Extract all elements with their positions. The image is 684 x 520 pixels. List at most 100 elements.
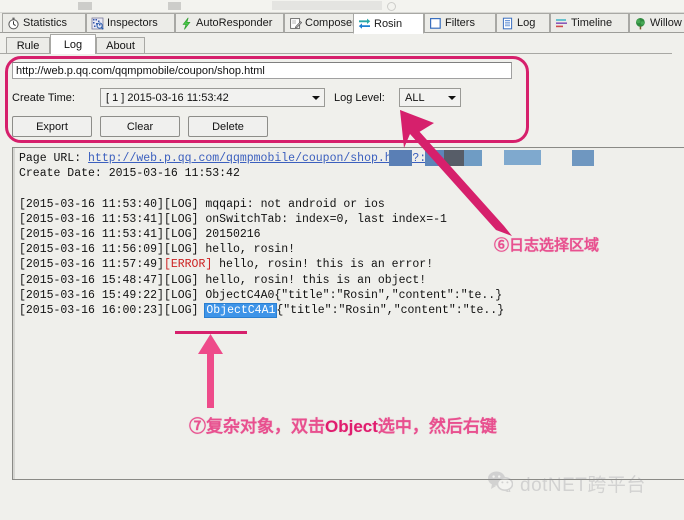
log-level-value: ALL — [405, 91, 425, 104]
annotation-note-7-bold: Object — [325, 417, 378, 436]
log-timestamp: [2015-03-16 11:53:41] — [19, 227, 164, 241]
log-entry-object: [2015-03-16 15:49:22][LOG] ObjectC4A0{"t… — [19, 288, 684, 303]
log-entry: [2015-03-16 11:53:41][LOG] onSwitchTab: … — [19, 212, 684, 227]
log-level: [LOG] — [163, 288, 199, 302]
log-level: [LOG] — [163, 212, 199, 226]
tree-icon — [634, 17, 647, 30]
log-level: [LOG] — [163, 197, 199, 211]
object-token[interactable]: ObjectC4A0 — [205, 289, 274, 302]
log-level: [LOG] — [163, 227, 199, 241]
log-timestamp: [2015-03-16 11:56:09] — [19, 243, 164, 257]
lightning-bolt-icon — [180, 17, 193, 30]
export-button[interactable]: Export — [12, 116, 92, 137]
tab-label: AutoResponder — [196, 17, 273, 29]
log-message: hello, rosin! this is an error! — [219, 258, 434, 272]
log-level: [LOG] — [163, 243, 199, 257]
log-level: [LOG] — [163, 273, 199, 287]
log-level-label: Log Level: — [334, 92, 385, 104]
toolbar-field-fragment — [272, 1, 382, 10]
annotation-note-7: ⑦复杂对象，双击Object选中，然后右键 — [189, 412, 497, 437]
button-label: Export — [36, 120, 68, 133]
wechat-icon — [487, 470, 514, 497]
log-entry-error: [2015-03-16 11:57:49][ERROR] hello, rosi… — [19, 257, 684, 272]
tab-filters[interactable]: Filters — [424, 13, 496, 33]
watermark: dotNET跨平台 — [487, 470, 646, 497]
rosin-subtabs: Rule Log About — [6, 34, 678, 54]
subtab-label: Log — [63, 38, 83, 51]
annotation-note-6: ⑥日志选择区域 — [494, 237, 600, 254]
tab-timeline[interactable]: Timeline — [550, 13, 629, 33]
chevron-down-icon[interactable] — [444, 90, 459, 105]
log-message: {"title":"Rosin","content":"te..} — [274, 288, 503, 302]
tab-label: Rosin — [374, 17, 403, 30]
tab-label: Willow — [650, 17, 682, 29]
create-date-value: 2015-03-16 11:53:42 — [108, 167, 240, 181]
chevron-down-icon[interactable] — [308, 90, 323, 105]
stopwatch-icon — [7, 17, 20, 30]
toolbar-icon-fragment — [387, 2, 396, 11]
object-token-selected[interactable]: ObjectC4A1 — [205, 303, 277, 317]
rosin-log-panel: Statistics Inspectors AutoResponder Comp… — [0, 0, 684, 520]
log-timestamp: [2015-03-16 11:53:40] — [19, 197, 164, 211]
watermark-text: dotNET跨平台 — [520, 475, 646, 496]
log-timestamp: [2015-03-16 16:00:23] — [19, 303, 164, 317]
log-entry: [2015-03-16 15:48:47][LOG] hello, rosin!… — [19, 273, 684, 288]
subtab-log[interactable]: Log — [50, 34, 96, 54]
clear-button[interactable]: Clear — [100, 116, 180, 137]
subtab-rule[interactable]: Rule — [6, 37, 50, 54]
document-lines-icon — [501, 17, 514, 30]
subtab-divider — [0, 53, 672, 54]
page-url-link[interactable]: http://web.p.qq.com/qqmpmobile/coupon/sh… — [88, 152, 426, 165]
timeline-bars-icon — [555, 17, 568, 30]
log-timestamp: [2015-03-16 11:53:41] — [19, 212, 164, 226]
page-url-label: Page URL: — [19, 152, 82, 165]
tab-label: Filters — [445, 17, 475, 29]
button-label: Clear — [126, 120, 154, 133]
main-tabstrip: Statistics Inspectors AutoResponder Comp… — [0, 13, 684, 34]
checkbox-icon — [429, 17, 442, 30]
log-timestamp: [2015-03-16 11:57:49] — [19, 258, 164, 272]
fiddler-toolbar-sliver — [0, 0, 684, 13]
tab-label: Inspectors — [107, 17, 158, 29]
create-time-value: [ 1 ] 2015-03-16 11:53:42 — [106, 91, 229, 104]
create-date-label: Create Date: — [19, 167, 102, 181]
subtab-label: Rule — [16, 40, 40, 52]
log-level: [LOG] — [163, 303, 199, 317]
subtab-about[interactable]: About — [96, 37, 145, 54]
log-entry-object-selected: [2015-03-16 16:00:23][LOG] ObjectC4A1{"t… — [19, 303, 684, 318]
log-timestamp: [2015-03-16 15:49:22] — [19, 288, 164, 302]
tab-label: Composer — [305, 17, 356, 29]
log-message: 20150216 — [205, 227, 261, 241]
tab-statistics[interactable]: Statistics — [2, 13, 86, 33]
log-entry: [2015-03-16 11:53:40][LOG] mqqapi: not a… — [19, 197, 684, 212]
redaction-block — [572, 150, 594, 166]
tab-log[interactable]: Log — [496, 13, 550, 33]
log-timestamp: [2015-03-16 15:48:47] — [19, 273, 164, 287]
log-message: hello, rosin! — [205, 243, 296, 257]
annotation-note-7-part1: ⑦复杂对象，双击 — [189, 417, 325, 436]
button-label: Delete — [212, 120, 244, 133]
log-level: [ERROR] — [163, 258, 213, 272]
inspectors-icon — [91, 17, 104, 30]
tab-autoresponder[interactable]: AutoResponder — [175, 13, 284, 33]
tab-willow[interactable]: Willow — [629, 13, 684, 33]
tab-label: Log — [517, 17, 536, 29]
tab-label: Timeline — [571, 17, 613, 29]
exchange-arrows-icon — [358, 17, 371, 30]
delete-button[interactable]: Delete — [188, 116, 268, 137]
create-time-label: Create Time: — [12, 92, 75, 104]
page-url-field[interactable]: http://web.p.qq.com/qqmpmobile/coupon/sh… — [12, 62, 512, 79]
tab-label: Statistics — [23, 17, 68, 29]
toolbar-icon-fragment — [168, 2, 181, 10]
compose-pencil-icon — [289, 17, 303, 30]
create-time-select[interactable]: [ 1 ] 2015-03-16 11:53:42 — [100, 88, 325, 107]
toolbar-icon-fragment — [78, 2, 92, 10]
annotation-arrow-to-object — [198, 334, 223, 408]
log-message: {"title":"Rosin","content":"te..} — [276, 303, 505, 317]
log-message: mqqapi: not android or ios — [205, 197, 385, 211]
subtab-label: About — [106, 40, 135, 52]
tab-rosin[interactable]: Rosin — [353, 13, 424, 34]
annotation-note-7-part2: 选中，然后右键 — [377, 417, 497, 436]
log-header-date: Create Date: 2015-03-16 11:53:42 — [19, 166, 684, 181]
tab-inspectors[interactable]: Inspectors — [86, 13, 175, 33]
